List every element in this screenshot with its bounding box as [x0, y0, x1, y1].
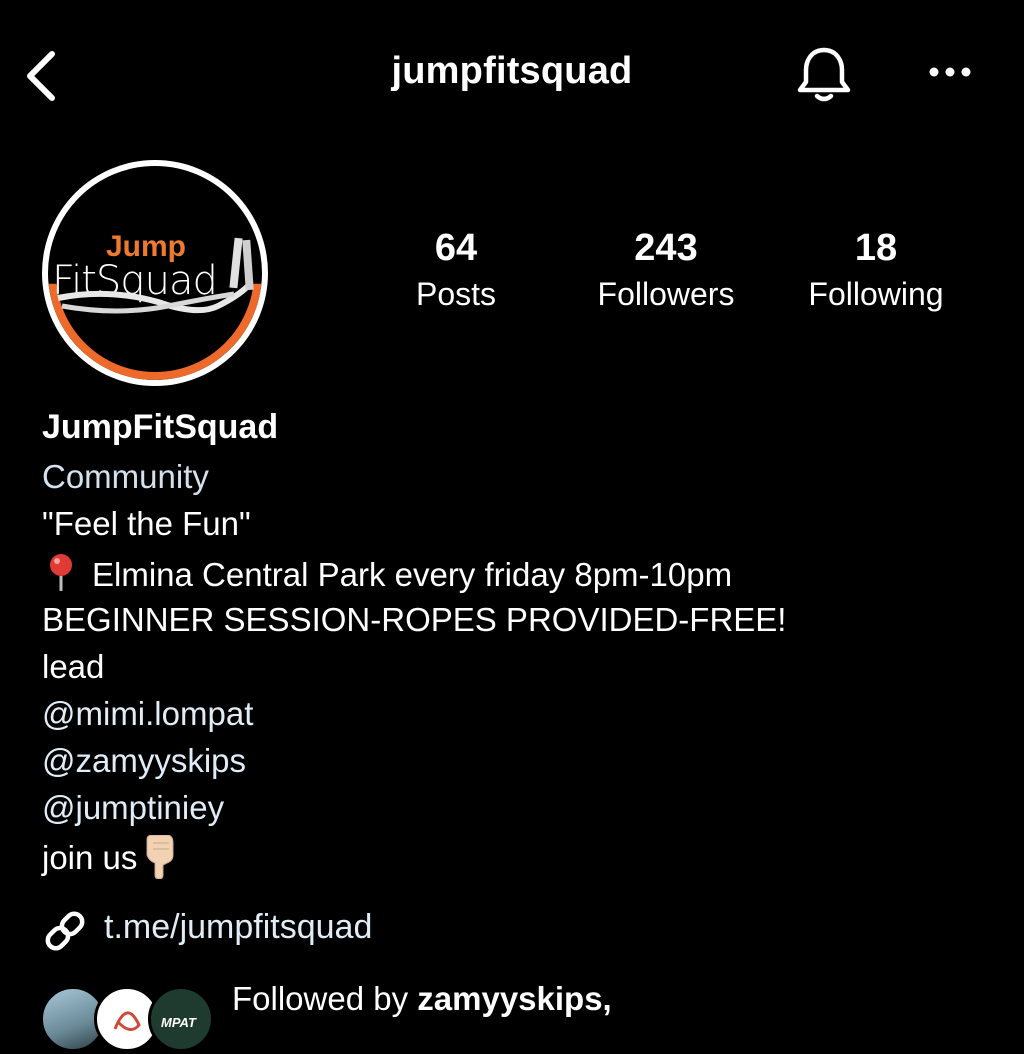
jump-rope-icon — [57, 237, 254, 314]
mutual-avatar-label: MPAT — [161, 1015, 196, 1030]
bio-location-row: Elmina Central Park every friday 8pm-10p… — [42, 552, 732, 595]
stat-following-count: 18 — [854, 227, 898, 269]
bio-session-line: BEGINNER SESSION-ROPES PROVIDED-FREE! — [42, 601, 787, 638]
followed-by-row[interactable]: MPAT Followed by zamyyskips, — [40, 978, 940, 1052]
link-icon — [45, 911, 85, 951]
page-title: jumpfitsquad — [391, 50, 633, 92]
mention-link[interactable]: @zamyyskips — [42, 741, 246, 781]
pushpin-icon — [50, 554, 72, 591]
more-options-button[interactable] — [920, 50, 980, 94]
stat-followers-count: 243 — [634, 227, 698, 269]
mention-link[interactable]: @mimi.lompat — [42, 694, 253, 734]
bio-join-text: join us — [42, 839, 138, 876]
bio-location-text: Elmina Central Park every friday 8pm-10p… — [92, 556, 733, 593]
stat-followers-label: Followers — [597, 276, 735, 312]
notifications-button[interactable] — [792, 42, 856, 106]
avatar-logo: Jump FitSquad — [48, 166, 262, 380]
mutual-follower-avatar: MPAT — [148, 986, 214, 1052]
profile-category: Community — [42, 458, 209, 495]
profile-avatar[interactable]: Jump FitSquad — [42, 160, 268, 386]
bio-tagline: "Feel the Fun" — [42, 505, 251, 542]
stat-posts[interactable]: 64 Posts — [386, 226, 526, 318]
bio-join-row: join us — [42, 835, 177, 879]
stat-following[interactable]: 18 Following — [790, 226, 962, 318]
bell-icon — [797, 47, 851, 102]
mention-link[interactable]: @jumptiniey — [42, 788, 224, 828]
stat-posts-label: Posts — [415, 276, 497, 312]
stat-following-label: Following — [808, 276, 944, 312]
stat-followers[interactable]: 243 Followers — [576, 226, 756, 318]
stat-posts-count: 64 — [434, 227, 478, 269]
profile-name: JumpFitSquad — [42, 408, 279, 446]
more-horizontal-icon — [929, 67, 971, 77]
followed-by-text: Followed by zamyyskips, — [232, 980, 612, 1018]
followed-by-prefix: Followed by — [232, 980, 418, 1017]
followed-by-name: zamyyskips, — [417, 980, 612, 1017]
pointing-down-hand-icon — [146, 835, 174, 879]
bio-lead-label: lead — [42, 648, 105, 685]
external-link-text: t.me/jumpfitsquad — [104, 908, 373, 946]
